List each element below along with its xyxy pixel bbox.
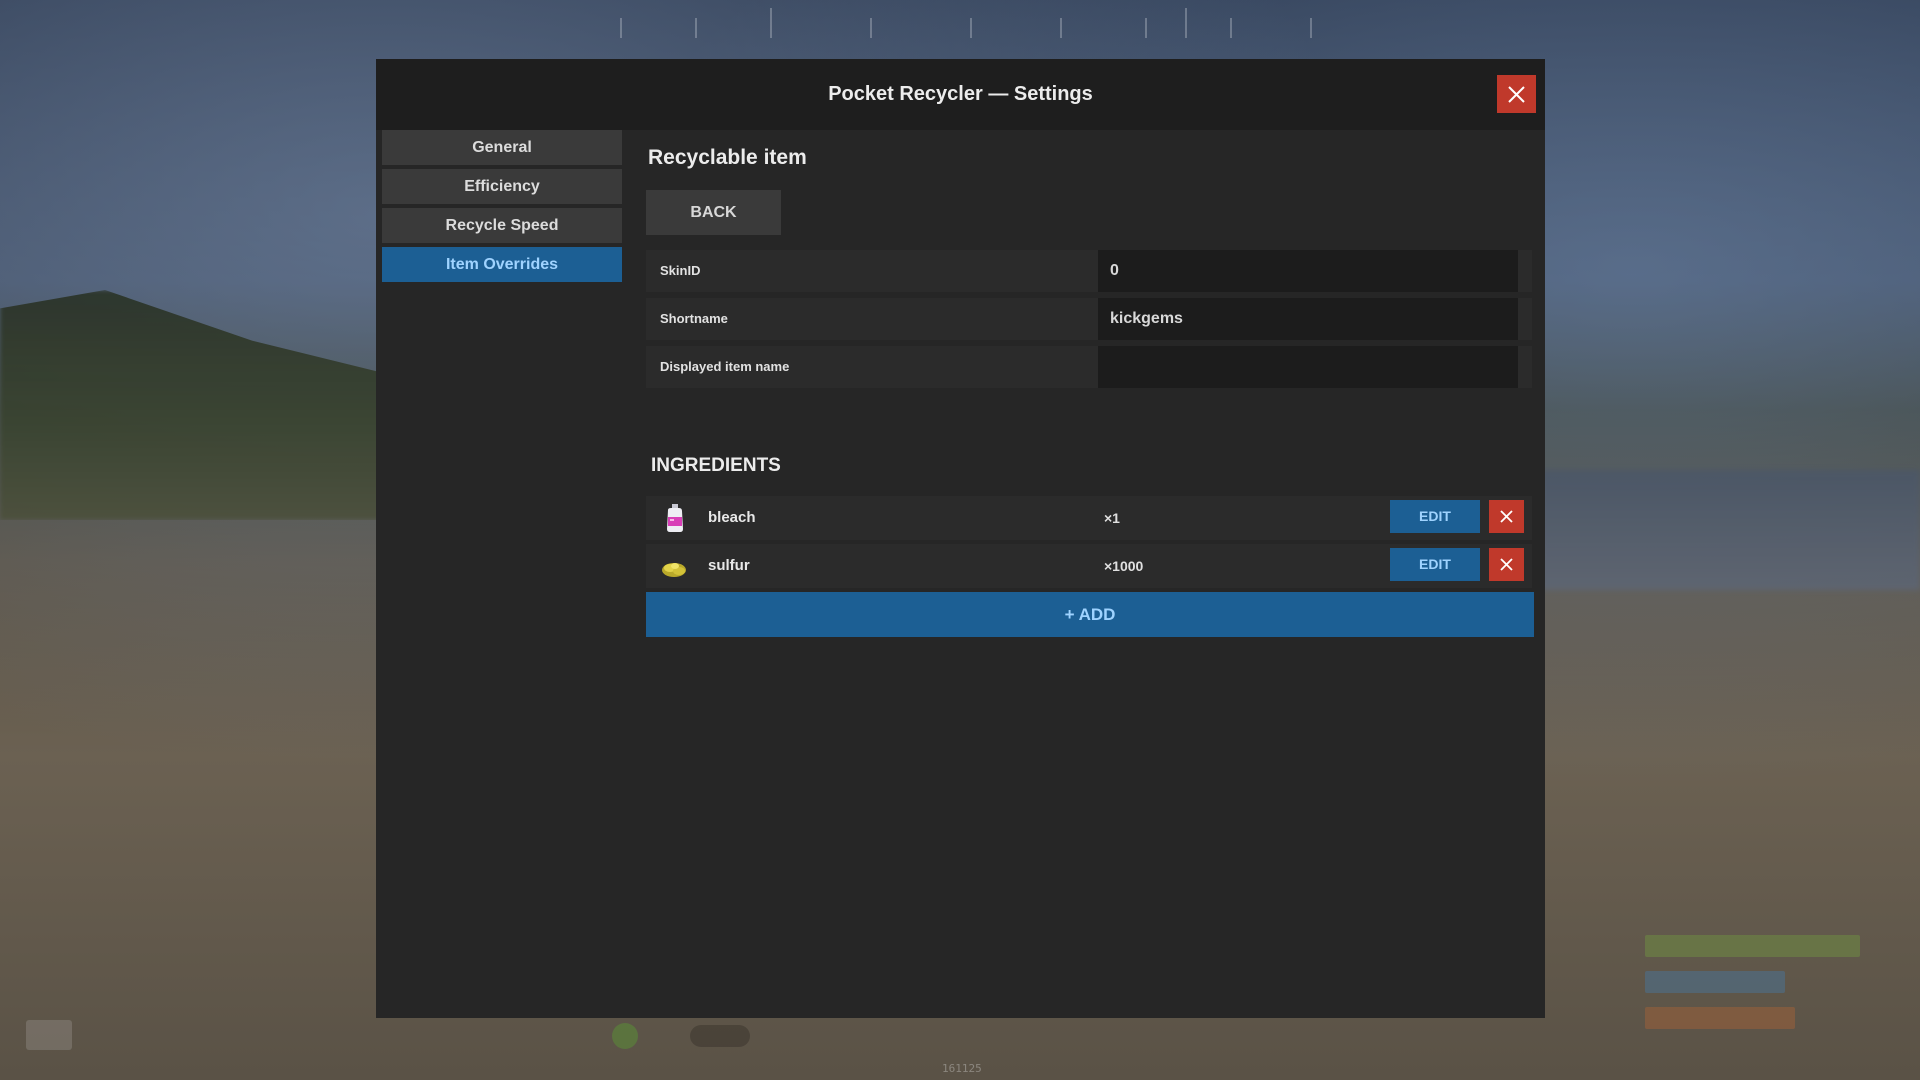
section-title: Recyclable item	[648, 146, 807, 169]
back-button[interactable]: BACK	[646, 190, 781, 235]
hud-belt	[600, 1015, 920, 1065]
close-icon	[1500, 558, 1513, 571]
modal-header: Pocket Recycler — Settings	[376, 59, 1545, 130]
sulfur-ore-icon	[662, 563, 686, 577]
sidebar: General Efficiency Recycle Speed Item Ov…	[382, 130, 622, 282]
hud-corner-indicator	[26, 1020, 72, 1050]
ingredient-quantity: ×1	[1104, 510, 1120, 526]
ingredient-row: sulfur ×1000 EDIT	[646, 544, 1532, 588]
skinid-input[interactable]	[1098, 250, 1518, 292]
sidebar-item-general[interactable]: General	[382, 130, 622, 165]
delete-ingredient-button[interactable]	[1489, 500, 1524, 533]
game-background: 161125 Pocket Recycler — Settings Genera…	[0, 0, 1920, 1080]
field-label: Shortname	[660, 311, 728, 326]
close-button[interactable]	[1497, 75, 1536, 113]
hydration-bar	[1645, 971, 1785, 993]
health-bar	[1645, 935, 1860, 957]
field-row-displayed-name: Displayed item name	[646, 346, 1532, 388]
shortname-input[interactable]	[1098, 298, 1518, 340]
hud-bottom-text: 161125	[942, 1062, 982, 1075]
delete-ingredient-button[interactable]	[1489, 548, 1524, 581]
food-bar	[1645, 1007, 1795, 1029]
hud-status-bars	[1645, 935, 1860, 1043]
bleach-bottle-icon	[667, 504, 683, 532]
background-sea	[1540, 470, 1920, 590]
field-row-skinid: SkinID	[646, 250, 1532, 292]
displayed-name-input[interactable]	[1098, 346, 1518, 388]
ingredient-row: bleach ×1 EDIT	[646, 496, 1532, 540]
field-label: Displayed item name	[660, 359, 790, 374]
edit-ingredient-button[interactable]: EDIT	[1390, 548, 1480, 581]
hud-compass	[600, 8, 1320, 48]
ingredient-name: bleach	[708, 509, 756, 526]
edit-ingredient-button[interactable]: EDIT	[1390, 500, 1480, 533]
modal-title: Pocket Recycler — Settings	[828, 83, 1093, 105]
add-ingredient-button[interactable]: + ADD	[646, 592, 1534, 637]
settings-modal: Pocket Recycler — Settings General Effic…	[376, 59, 1545, 1018]
close-icon	[1508, 86, 1525, 103]
ingredient-quantity: ×1000	[1104, 558, 1144, 574]
sidebar-item-item-overrides[interactable]: Item Overrides	[382, 247, 622, 282]
sidebar-item-efficiency[interactable]: Efficiency	[382, 169, 622, 204]
ingredient-name: sulfur	[708, 557, 750, 574]
close-icon	[1500, 510, 1513, 523]
background-hill	[0, 290, 420, 520]
sidebar-item-recycle-speed[interactable]: Recycle Speed	[382, 208, 622, 243]
field-label: SkinID	[660, 263, 701, 278]
field-row-shortname: Shortname	[646, 298, 1532, 340]
hud-belt-dot	[612, 1023, 638, 1049]
ingredients-title: INGREDIENTS	[651, 455, 781, 476]
hud-belt-item	[690, 1025, 750, 1047]
